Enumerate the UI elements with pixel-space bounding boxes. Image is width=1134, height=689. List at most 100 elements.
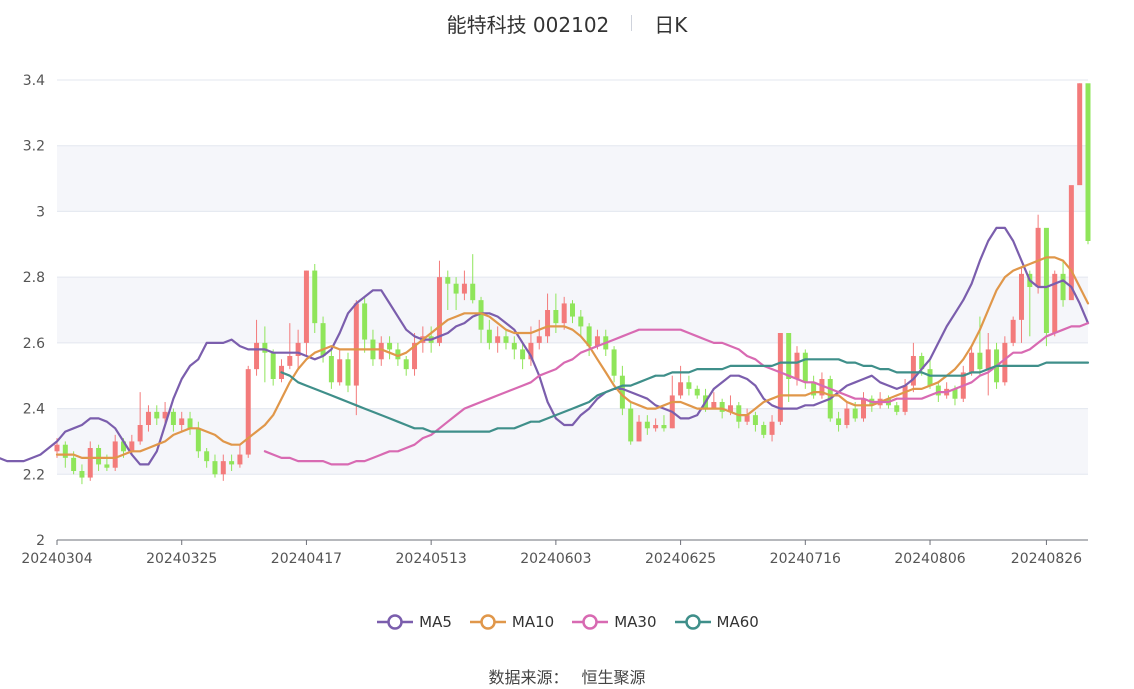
legend-swatch (572, 614, 609, 630)
candle-up (1035, 227, 1041, 287)
legend-item-ma10[interactable]: MA10 (468, 612, 554, 632)
legend-swatch (469, 614, 506, 630)
y-tick-label: 2.6 (23, 336, 45, 352)
candle-down (96, 448, 102, 465)
legend-item-ma30[interactable]: MA30 (570, 612, 657, 632)
candle-up (245, 369, 251, 455)
candle-up (861, 398, 867, 419)
x-tick-label: 20240513 (396, 551, 467, 567)
candle-up (844, 408, 850, 425)
candle-down (470, 283, 476, 301)
candle-up (969, 352, 975, 373)
candle-down (445, 277, 451, 284)
legend-label: MA5 (419, 613, 452, 631)
candle-up (220, 461, 226, 475)
x-tick-label: 20240716 (770, 551, 841, 567)
legend-swatch (377, 614, 414, 630)
legend-label: MA10 (511, 613, 555, 631)
candle-up (1010, 319, 1016, 343)
grid-band (57, 408, 1088, 475)
candle-down (520, 349, 526, 360)
legend-item-ma60[interactable]: MA60 (673, 612, 759, 632)
y-tick-label: 2.2 (23, 467, 45, 483)
source-value: 恒生聚源 (581, 668, 646, 687)
candle-up (536, 336, 542, 343)
candle-up (985, 349, 991, 370)
candle-up (495, 336, 501, 343)
x-tick-label: 20240417 (271, 551, 342, 567)
candle-down (977, 352, 983, 370)
legend-label: MA30 (614, 613, 657, 631)
candle-down (503, 336, 509, 343)
legend-item-ma5[interactable]: MA5 (375, 612, 452, 632)
candle-down (894, 405, 900, 412)
source-label: 数据来源： (488, 668, 569, 687)
candle-down (195, 428, 201, 452)
candle-down (328, 356, 334, 383)
candle-down (927, 369, 933, 386)
candle-down (154, 411, 160, 419)
candle-up (653, 425, 659, 429)
candle-down (387, 342, 393, 350)
candle-down (852, 408, 858, 419)
candle-down (403, 359, 409, 370)
candle-down (170, 411, 176, 425)
candle-down (802, 352, 808, 383)
candle-up (179, 418, 185, 425)
candle-down (104, 464, 110, 468)
candle-up (1002, 342, 1008, 383)
y-tick-label: 3 (36, 204, 45, 220)
candle-down (661, 425, 667, 429)
candle-up (254, 342, 260, 370)
candle-down (229, 461, 235, 465)
candle-down (486, 329, 492, 343)
candle-down (752, 415, 758, 425)
candle-up (678, 382, 684, 396)
candle-down (836, 418, 842, 425)
candle-down (570, 303, 575, 317)
x-tick-label: 20240603 (520, 551, 591, 567)
x-tick-label: 20240826 (1011, 551, 1082, 567)
candle-down (1085, 83, 1091, 242)
x-tick-label: 20240806 (894, 551, 965, 567)
candle-up (769, 421, 775, 435)
x-tick-label: 20240304 (21, 551, 92, 567)
chart-legend: MA5 MA10 MA30 MA60 (0, 612, 1134, 632)
candle-down (62, 444, 68, 458)
candle-up (112, 441, 118, 468)
candle-down (611, 349, 617, 376)
grid-band (57, 145, 1088, 212)
candle-down (578, 316, 584, 327)
candle-down (270, 352, 276, 379)
candle-down (79, 471, 85, 478)
candle-up (54, 444, 60, 452)
y-tick-label: 2 (36, 533, 45, 549)
candle-down (686, 382, 692, 389)
candle-down (312, 270, 318, 324)
candle-down (1043, 227, 1049, 333)
kline-chart[interactable]: 2 2.2 2.4 2.6 2.8 3 3.2 3.4 20240304 20240325 2024… (0, 0, 1134, 600)
candle-down (1060, 273, 1066, 301)
x-tick-label: 20240325 (146, 551, 217, 567)
candle-up (1077, 83, 1083, 186)
candle-down (511, 342, 517, 350)
candle-up (303, 270, 309, 343)
y-tick-label: 2.4 (23, 402, 45, 418)
candle-up (794, 352, 800, 379)
candle-up (353, 303, 359, 386)
candle-up (461, 283, 467, 294)
candle-down (786, 333, 792, 379)
x-tick-label: 20240625 (645, 551, 716, 567)
candle-up (545, 310, 551, 337)
candle-down (204, 451, 210, 462)
candle-up (237, 454, 243, 465)
candle-down (212, 461, 218, 475)
candle-down (761, 425, 767, 435)
candle-down (694, 388, 700, 396)
y-tick-label: 2.8 (23, 270, 45, 286)
candle-up (337, 359, 343, 383)
candle-down (453, 283, 459, 294)
candle-down (644, 421, 650, 429)
candle-up (1068, 185, 1074, 301)
candle-down (71, 457, 77, 471)
